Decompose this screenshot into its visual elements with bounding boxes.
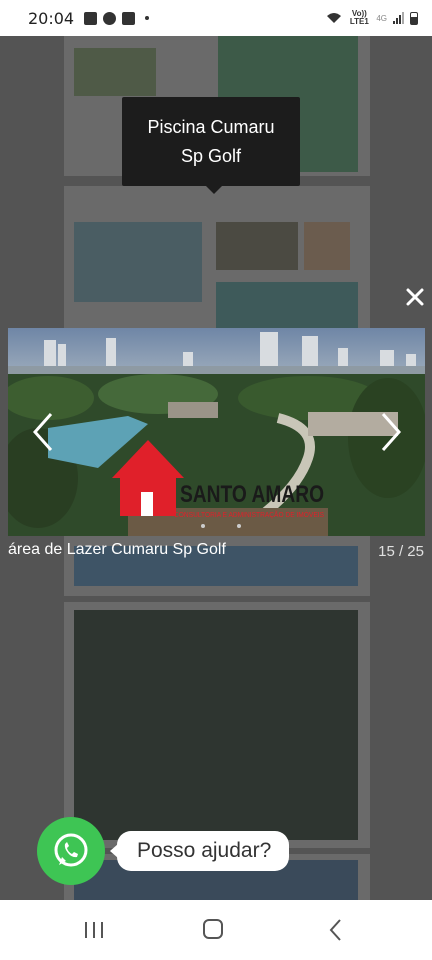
chevron-right-icon (381, 413, 402, 451)
network-label: Vo)) LTE1 (349, 9, 369, 26)
more-notifications-icon (145, 16, 150, 20)
image-counter: 15 / 25 (378, 543, 424, 560)
gallery-icon (84, 11, 98, 25)
whatsapp-icon (54, 833, 88, 867)
battery-icon (410, 11, 418, 25)
gallery-thumb (304, 222, 350, 270)
home-icon (203, 919, 223, 939)
close-lightbox-button[interactable] (403, 285, 427, 309)
image-caption: área de Lazer Cumaru Sp Golf (8, 541, 226, 558)
back-button[interactable] (322, 916, 352, 944)
status-time: 20:04 (28, 8, 75, 28)
watermark-title: SANTO AMARO (180, 481, 324, 508)
lightbox-image[interactable]: SANTO AMARO CONSULTORIA E ADMINISTRAÇÃO … (8, 328, 425, 536)
signal-icon (393, 12, 404, 24)
gallery-thumb (216, 222, 298, 270)
home-button[interactable] (199, 916, 229, 944)
recent-apps-button[interactable] (80, 916, 110, 944)
whatsapp-help-bubble[interactable]: Posso ajudar? (109, 831, 290, 871)
mail-icon (122, 11, 136, 25)
tooltip-line-2: Sp Golf (180, 146, 242, 166)
network-type: 4G (376, 13, 387, 23)
wifi-icon (327, 13, 342, 23)
gallery-thumb (74, 610, 358, 840)
status-bar: 20:04 Vo)) LTE1 4G (0, 0, 432, 36)
whatsapp-button[interactable] (37, 817, 105, 885)
watermark-subtitle: CONSULTORIA E ADMINISTRAÇÃO DE IMÓVEIS (174, 510, 324, 519)
lightbox-photo: SANTO AMARO CONSULTORIA E ADMINISTRAÇÃO … (8, 328, 425, 536)
next-image-button[interactable] (375, 410, 405, 454)
gallery-thumb (74, 48, 156, 96)
back-icon (329, 919, 341, 941)
gallery-card (64, 602, 370, 848)
gallery-thumb (74, 222, 202, 302)
image-title-tooltip: Piscina Cumaru Sp Golf (122, 97, 300, 194)
system-nav-bar (0, 900, 432, 960)
notification-icons (84, 11, 150, 25)
close-icon (406, 288, 424, 306)
system-icons: Vo)) LTE1 4G (326, 10, 418, 26)
tooltip-line-1: Piscina Cumaru (147, 117, 275, 137)
recent-apps-icon (85, 922, 103, 938)
chevron-left-icon (32, 413, 53, 451)
chrome-icon (103, 11, 117, 25)
gallery-thumb (216, 282, 358, 330)
previous-image-button[interactable] (29, 410, 59, 454)
